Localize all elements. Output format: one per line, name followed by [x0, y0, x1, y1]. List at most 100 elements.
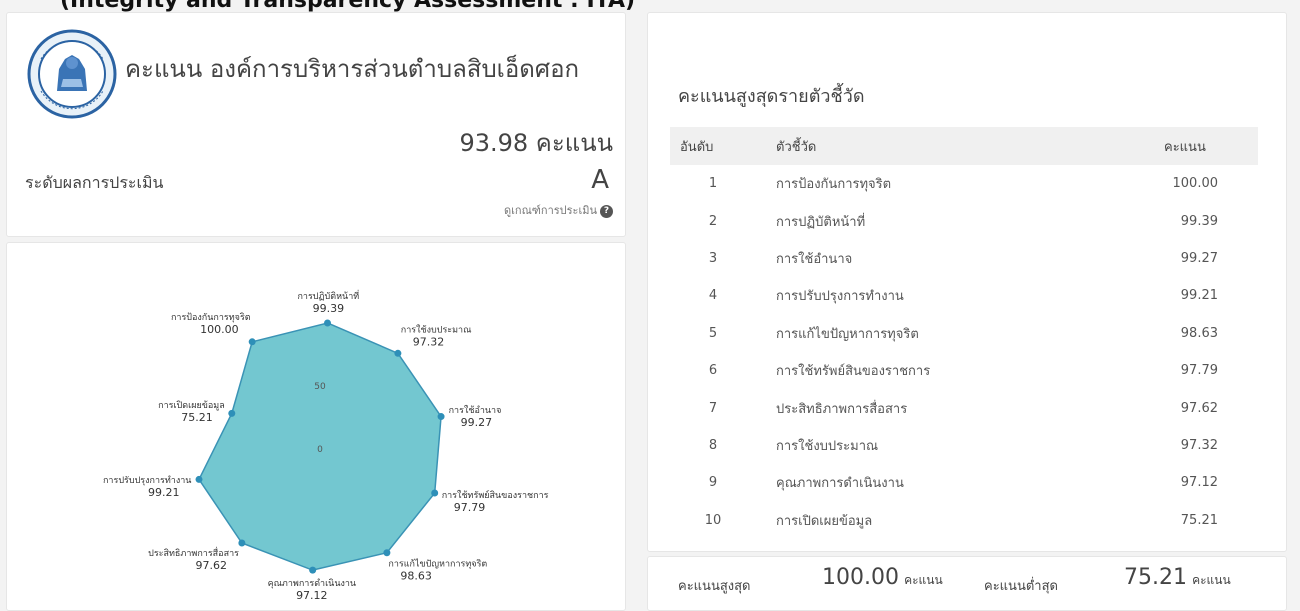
row-score: 97.79: [1180, 363, 1218, 379]
row-score: 75.21: [1180, 512, 1218, 528]
table-row: 5 การแก้ไขปัญหาการทุจริต 98.63: [670, 315, 1258, 352]
org-title: คะแนน องค์การบริหารส่วนตำบลสิบเอ็ดศอก: [125, 55, 580, 83]
axis-value-label: 98.63: [400, 570, 432, 583]
row-score: 98.63: [1180, 325, 1218, 341]
axis-label: การปฏิบัติหน้าที่: [297, 289, 359, 302]
row-indicator: การใช้อำนาจ: [776, 251, 853, 267]
row-indicator: การเปิดเผยข้อมูล: [776, 513, 873, 529]
axis-value-label: 75.21: [181, 411, 213, 424]
criteria-link-label: ดูเกณฑ์การประเมิน: [504, 204, 597, 217]
axis-value-label: 97.32: [413, 335, 445, 348]
row-indicator: การปรับปรุงการทำงาน: [776, 289, 904, 305]
row-rank: 4: [708, 288, 718, 304]
row-indicator: การปฏิบัติหน้าที่: [776, 214, 866, 230]
table-row: 1 การป้องกันการทุจริต 100.00: [670, 165, 1258, 202]
row-rank: 9: [708, 475, 718, 491]
table-row: 6 การใช้ทรัพย์สินของราชการ 97.79: [670, 352, 1258, 389]
row-rank: 7: [708, 400, 718, 416]
axis-label: คุณภาพการดำเนินงาน: [268, 578, 357, 589]
table-row: 2 การปฏิบัติหน้าที่ 99.39: [670, 202, 1258, 239]
ranking-card: คะแนนสูงสุดรายตัวชี้วัด อันดับ ตัวชี้วัด…: [647, 12, 1287, 552]
seal-logo: [27, 29, 117, 119]
min-score-unit: คะแนน: [1192, 573, 1231, 587]
axis-label: การแก้ไขปัญหาการทุจริต: [388, 559, 487, 570]
row-score: 97.12: [1180, 475, 1218, 491]
assessment-level-label: ระดับผลการประเมิน: [25, 173, 164, 192]
row-score: 99.21: [1180, 288, 1218, 304]
axis-label: การใช้อำนาจ: [449, 405, 502, 416]
row-indicator: การใช้งบประมาณ: [776, 438, 879, 454]
table-row: 3 การใช้อำนาจ 99.27: [670, 240, 1258, 277]
row-score: 100.00: [1172, 176, 1219, 192]
criteria-link[interactable]: ดูเกณฑ์การประเมิน?: [504, 201, 613, 219]
total-score: 93.98 คะแนน: [459, 129, 613, 157]
max-score-value: 100.00: [822, 565, 899, 590]
min-score-label: คะแนนต่ำสุด: [984, 579, 1058, 594]
header-score: คะแนน: [1164, 139, 1206, 155]
max-score-label: คะแนนสูงสุด: [678, 579, 751, 594]
axis-label: การใช้ทรัพย์สินของราชการ: [442, 489, 549, 501]
axis-label: การป้องกันการทุจริต: [171, 312, 251, 323]
max-score-unit: คะแนน: [904, 573, 943, 587]
radar-point: [437, 413, 445, 421]
radar-chart: 050การปฏิบัติหน้าที่99.39การใช้งบประมาณ9…: [103, 289, 549, 602]
row-score: 99.27: [1180, 250, 1218, 266]
row-indicator: การป้องกันการทุจริต: [776, 177, 892, 193]
ranking-title: คะแนนสูงสุดรายตัวชี้วัด: [678, 86, 865, 107]
axis-value-label: 100.00: [200, 323, 239, 336]
radar-point: [309, 566, 317, 574]
table-row: 8 การใช้งบประมาณ 97.32: [670, 427, 1258, 464]
radar-point: [238, 539, 246, 547]
row-score: 97.62: [1180, 400, 1218, 416]
radar-point: [228, 409, 236, 417]
table-row: 4 การปรับปรุงการทำงาน 99.21: [670, 277, 1258, 314]
score-card: คะแนน องค์การบริหารส่วนตำบลสิบเอ็ดศอก 93…: [6, 12, 626, 237]
axis-label: การเปิดเผยข้อมูล: [158, 400, 225, 411]
row-rank: 5: [708, 325, 718, 341]
ranking-table: อันดับ ตัวชี้วัด คะแนน 1 การป้องกันการทุ…: [670, 127, 1258, 539]
row-score: 97.32: [1180, 437, 1218, 453]
table-row: 10 การเปิดเผยข้อมูล 75.21: [670, 502, 1258, 539]
min-score-value: 75.21: [1124, 565, 1187, 590]
axis-value-label: 99.21: [148, 486, 180, 499]
axis-value-label: 97.62: [195, 559, 227, 572]
min-score-label-wrap: คะแนนต่ำสุด: [984, 575, 1058, 596]
row-rank: 8: [708, 437, 718, 453]
header-indicator: ตัวชี้วัด: [776, 139, 817, 155]
table-row: 9 คุณภาพการดำเนินงาน 97.12: [670, 464, 1258, 501]
axis-label: ประสิทธิภาพการสื่อสาร: [148, 546, 239, 559]
row-indicator: การใช้ทรัพย์สินของราชการ: [776, 364, 931, 380]
axis-label: การปรับปรุงการทำงาน: [103, 475, 191, 486]
radar-point: [431, 489, 439, 497]
table-header: อันดับ ตัวชี้วัด คะแนน: [670, 127, 1258, 165]
header-rank: อันดับ: [680, 139, 714, 155]
axis-value-label: 97.79: [454, 501, 486, 514]
row-score: 99.39: [1180, 213, 1218, 229]
radar-point: [383, 549, 391, 557]
radar-point: [394, 349, 402, 357]
row-indicator: การแก้ไขปัญหาการทุจริต: [776, 326, 919, 342]
radar-chart-card: 0 50 การปฏิบัติหน้าที่ 99.39 การใช้งบประมาณ 9…: [6, 242, 626, 611]
table-row: 7 ประสิทธิภาพการสื่อสาร 97.62: [670, 389, 1258, 426]
row-rank: 3: [708, 250, 718, 266]
row-rank: 1: [708, 176, 718, 192]
axis-value-label: 99.27: [461, 416, 493, 429]
scale-tick-label: 0: [317, 445, 323, 455]
max-score-wrap: 100.00 คะแนน: [822, 565, 943, 590]
row-indicator: ประสิทธิภาพการสื่อสาร: [776, 401, 908, 417]
row-indicator: คุณภาพการดำเนินงาน: [776, 476, 904, 492]
radar-point: [195, 475, 203, 483]
assessment-level-value: A: [591, 165, 609, 195]
scale-tick-label: 50: [314, 382, 326, 392]
max-score-label-wrap: คะแนนสูงสุด: [678, 575, 751, 596]
min-max-card: คะแนนสูงสุด 100.00 คะแนน คะแนนต่ำสุด 75.…: [647, 556, 1287, 611]
row-rank: 6: [708, 363, 718, 379]
question-icon: ?: [600, 204, 613, 218]
radar-point: [248, 338, 256, 346]
radar-point: [324, 319, 332, 327]
row-rank: 10: [704, 512, 722, 528]
axis-label: การใช้งบประมาณ: [401, 324, 472, 335]
row-rank: 2: [708, 213, 718, 229]
axis-value-label: 99.39: [313, 302, 345, 315]
min-score-wrap: 75.21 คะแนน: [1124, 565, 1231, 590]
